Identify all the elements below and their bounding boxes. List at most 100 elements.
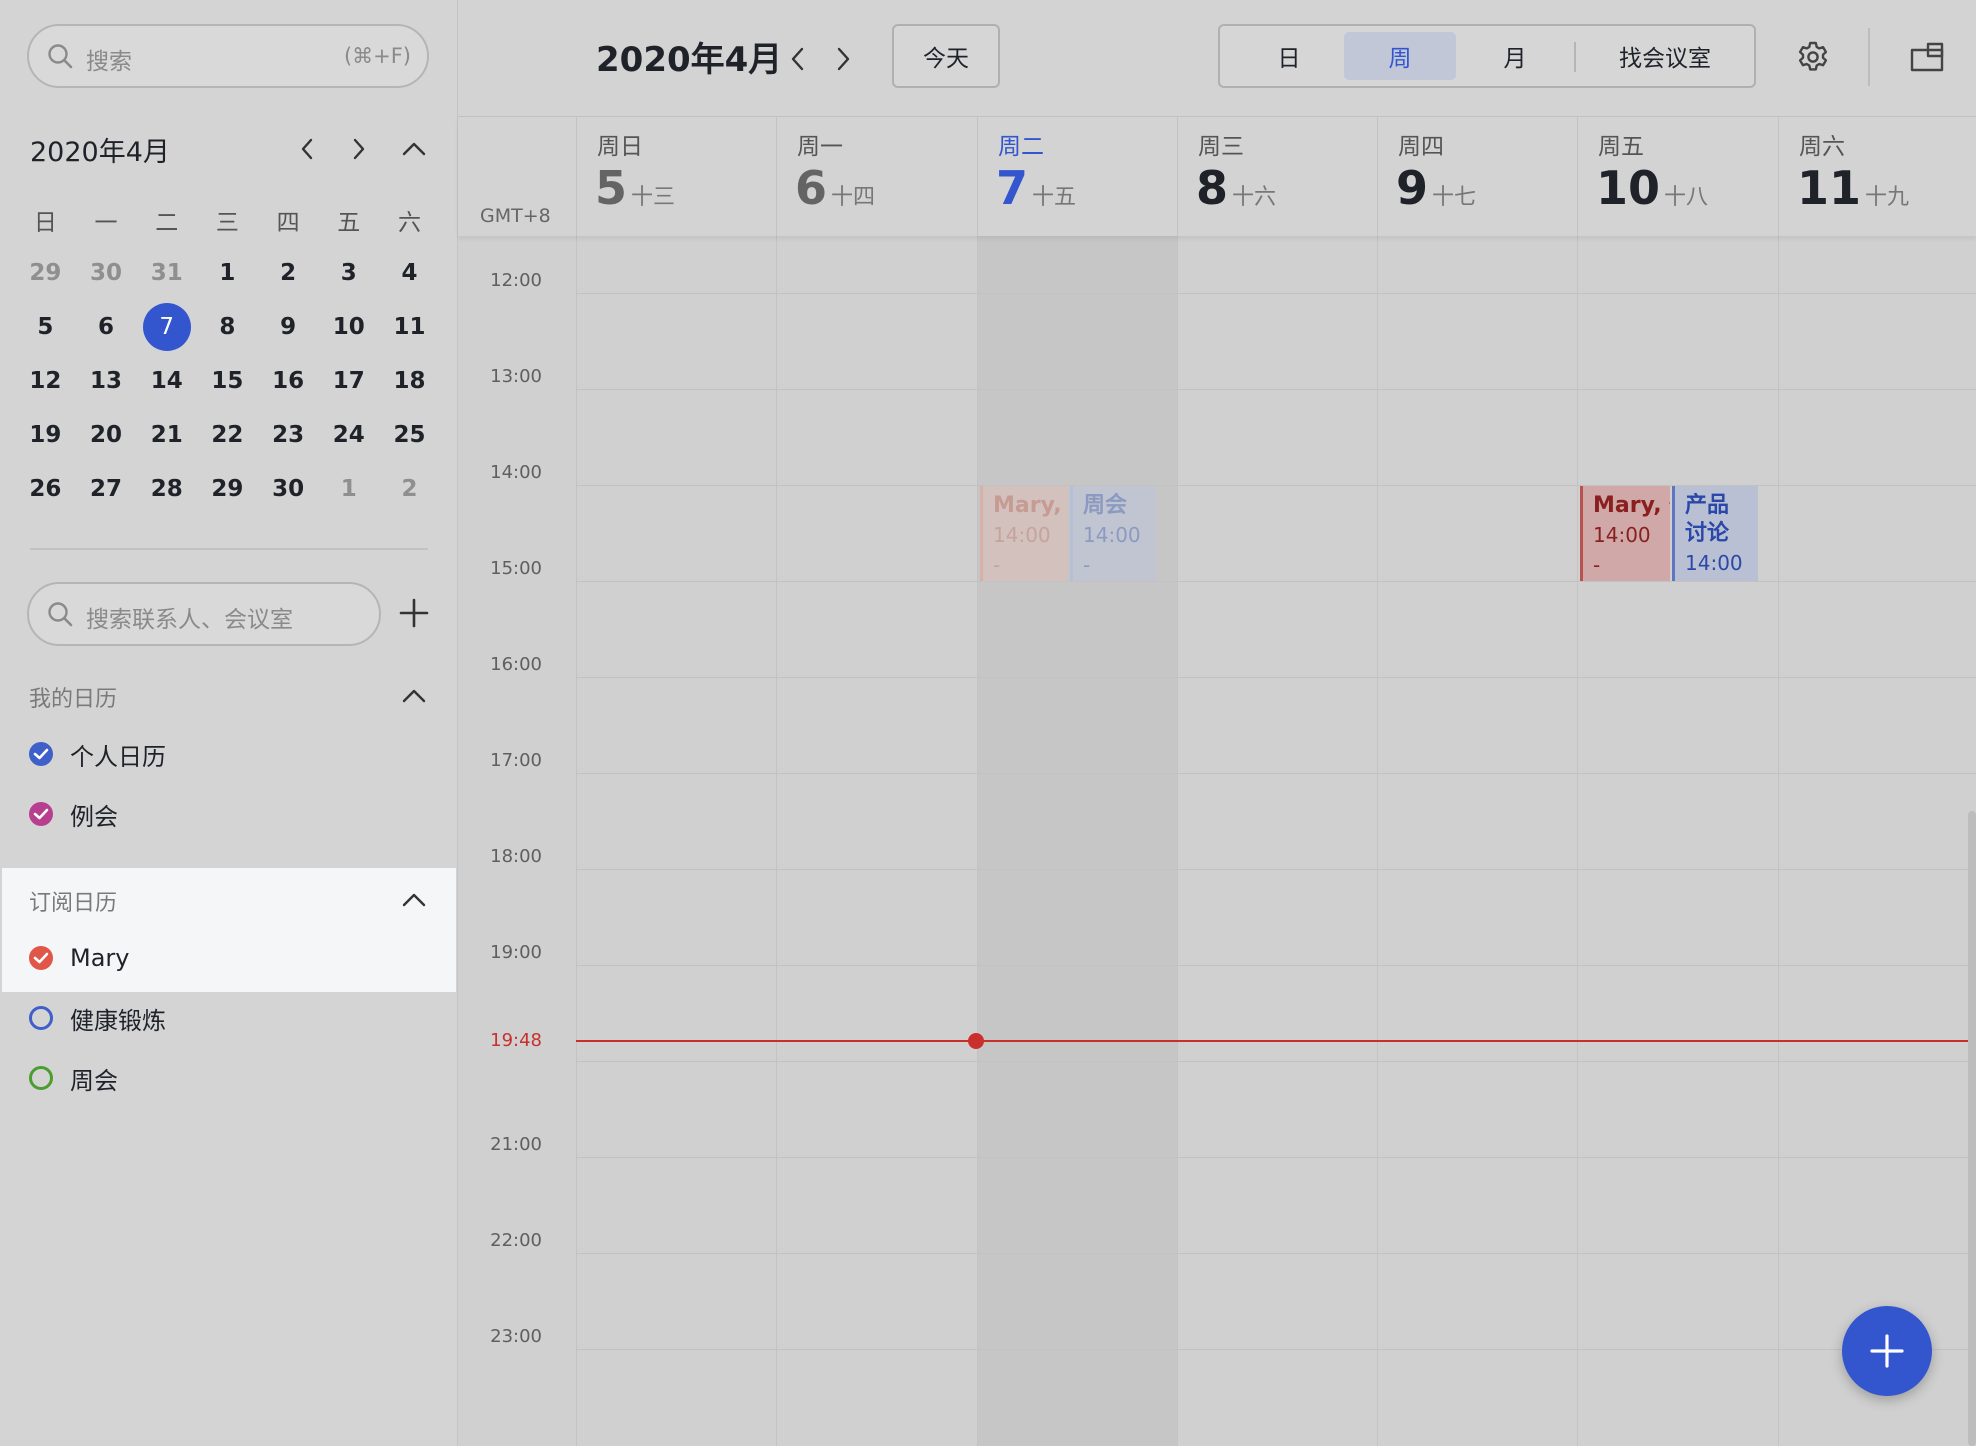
day-column-header[interactable]: 周日 5 十三	[576, 117, 776, 236]
checkbox-checked-icon[interactable]	[29, 946, 53, 970]
view-month-button[interactable]: 月	[1460, 32, 1570, 80]
day-weekday: 周五	[1598, 134, 1644, 160]
mini-collapse-button[interactable]	[400, 134, 428, 164]
mini-calendar-day[interactable]: 26	[15, 462, 76, 516]
mini-calendar-day[interactable]: 2	[379, 462, 440, 516]
mini-calendar-day[interactable]: 13	[76, 354, 137, 408]
chevron-up-icon	[402, 142, 426, 156]
mini-calendar-day-number: 7	[159, 314, 175, 340]
mini-calendar-day[interactable]: 22	[197, 408, 258, 462]
open-window-button[interactable]	[1910, 42, 1944, 72]
calendar-item[interactable]: 健康锻炼	[29, 1001, 166, 1035]
mini-calendar-day[interactable]: 31	[136, 246, 197, 300]
mini-calendar-day[interactable]: 1	[197, 246, 258, 300]
mini-calendar-day[interactable]: 29	[197, 462, 258, 516]
day-column-header[interactable]: 周二 7 十五	[977, 117, 1177, 236]
mini-calendar-day[interactable]: 14	[136, 354, 197, 408]
checkbox-unchecked-icon[interactable]	[29, 1066, 53, 1090]
view-day-button[interactable]: 日	[1234, 32, 1344, 80]
mini-calendar-day[interactable]: 19	[15, 408, 76, 462]
mini-calendar-day[interactable]: 17	[318, 354, 379, 408]
contact-search-input[interactable]: 搜索联系人、会议室	[27, 582, 381, 646]
mini-calendar-day[interactable]: 30	[76, 246, 137, 300]
add-calendar-button[interactable]	[398, 597, 430, 629]
mini-calendar-day[interactable]: 25	[379, 408, 440, 462]
mini-calendar-day[interactable]: 30	[258, 462, 319, 516]
mini-calendar-day[interactable]: 16	[258, 354, 319, 408]
mini-calendar-day[interactable]: 6	[76, 300, 137, 354]
search-icon	[48, 44, 73, 69]
calendar-item[interactable]: Mary	[29, 941, 129, 975]
day-date: 10	[1596, 161, 1661, 215]
create-event-button[interactable]	[1842, 1306, 1932, 1396]
mini-calendar-day[interactable]: 1	[318, 462, 379, 516]
grid-scrollbar[interactable]	[1968, 811, 1976, 1446]
next-week-button[interactable]	[830, 44, 856, 74]
mini-prev-month-button[interactable]	[294, 134, 320, 164]
event-product-discussion[interactable]: 产品讨论 14:00 - 15:00	[1672, 486, 1758, 581]
prev-week-button[interactable]	[784, 44, 810, 74]
day-column-header[interactable]: 周五 10 十八	[1577, 117, 1777, 236]
mini-calendar-day-number: 23	[272, 422, 305, 448]
calendar-item[interactable]: 周会	[29, 1061, 118, 1095]
mini-calendar-day[interactable]: 24	[318, 408, 379, 462]
day-lunar-date: 十七	[1432, 185, 1477, 210]
mini-calendar-day[interactable]: 8	[197, 300, 258, 354]
mini-calendar-day[interactable]: 15	[197, 354, 258, 408]
day-column-header[interactable]: 周三 8 十六	[1177, 117, 1377, 236]
mini-next-month-button[interactable]	[346, 134, 372, 164]
hour-line	[576, 965, 1976, 966]
mini-calendar-day-number: 6	[98, 314, 115, 340]
day-column-divider	[1577, 236, 1578, 1446]
mini-calendar-day-number: 21	[150, 422, 183, 448]
mini-calendar-day[interactable]: 29	[15, 246, 76, 300]
mini-calendar-day-number: 31	[150, 260, 183, 286]
checkbox-checked-icon[interactable]	[29, 802, 53, 826]
today-button[interactable]: 今天	[892, 24, 1000, 88]
mini-calendar-day-number: 16	[272, 368, 305, 394]
day-column-header[interactable]: 周四 9 十七	[1377, 117, 1577, 236]
week-grid[interactable]: 12:00 13:00 14:00 15:00 16:00 17:00 18:00 19:00…	[458, 236, 1976, 1446]
checkbox-unchecked-icon[interactable]	[29, 1006, 53, 1030]
mini-calendar-day-number: 15	[211, 368, 244, 394]
event-mary-busy[interactable]: Mary, 忙碌 14:00 - 15:00	[980, 486, 1068, 581]
my-calendars-collapse-button[interactable]	[400, 686, 428, 706]
day-column-header[interactable]: 周一 6 十四	[776, 117, 976, 236]
mini-calendar-day[interactable]: 5	[15, 300, 76, 354]
mini-calendar-day[interactable]: 11	[379, 300, 440, 354]
mini-calendar-day[interactable]: 10	[318, 300, 379, 354]
mini-calendar-day[interactable]: 12	[15, 354, 76, 408]
event-weekly-meeting[interactable]: 周会 14:00 - 15:00	[1070, 486, 1156, 581]
subscribed-calendars-title: 订阅日历	[29, 891, 118, 916]
day-weekday: 周四	[1398, 134, 1444, 160]
calendar-item[interactable]: 个人日历	[29, 737, 166, 771]
day-number: 6 十四	[795, 161, 875, 215]
mini-calendar-day[interactable]: 18	[379, 354, 440, 408]
view-week-button[interactable]: 周	[1344, 32, 1456, 80]
event-title: Mary, 忙碌	[993, 493, 1068, 518]
mini-calendar-day[interactable]: 28	[136, 462, 197, 516]
search-input[interactable]: 搜索 (⌘+F)	[27, 24, 429, 88]
find-room-button[interactable]: 找会议室	[1580, 32, 1750, 80]
mini-calendar-day[interactable]: 20	[76, 408, 137, 462]
day-column-header[interactable]: 周六 11 十九	[1778, 117, 1976, 236]
mini-calendar-day-selected[interactable]: 7	[136, 300, 197, 354]
toolbar: 2020年4月 今天 日 周 月 找会议室	[458, 0, 1976, 117]
mini-calendar-day[interactable]: 9	[258, 300, 319, 354]
mini-calendar-day[interactable]: 23	[258, 408, 319, 462]
event-mary-busy[interactable]: Mary, 忙碌 14:00 - 15:00	[1580, 486, 1670, 581]
chevron-right-icon	[837, 47, 849, 71]
mini-calendar-day[interactable]: 3	[318, 246, 379, 300]
mini-calendar-day[interactable]: 2	[258, 246, 319, 300]
settings-button[interactable]	[1796, 40, 1830, 74]
mini-calendar-day[interactable]: 27	[76, 462, 137, 516]
checkbox-checked-icon[interactable]	[29, 742, 53, 766]
day-column-divider	[977, 236, 978, 1446]
calendar-item[interactable]: 例会	[29, 797, 118, 831]
mini-calendar-day[interactable]: 21	[136, 408, 197, 462]
mini-calendar-day-number: 11	[393, 314, 426, 340]
mini-calendar-day[interactable]: 4	[379, 246, 440, 300]
hour-label: 13:00	[490, 366, 542, 387]
hour-label: 17:00	[490, 750, 542, 771]
subscribed-calendars-collapse-button[interactable]	[400, 890, 428, 910]
